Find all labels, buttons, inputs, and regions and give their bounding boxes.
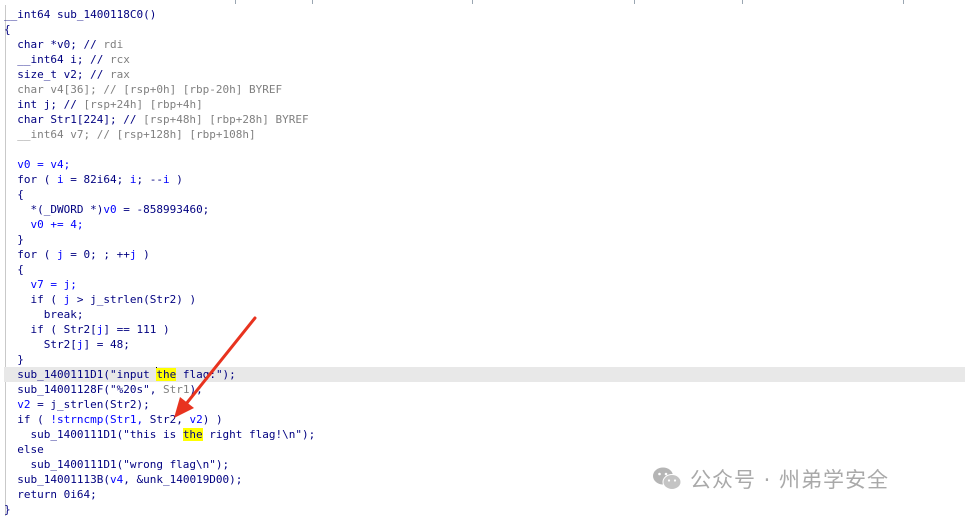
wechat-icon xyxy=(653,467,682,490)
red-arrow-annotation xyxy=(174,316,257,418)
arrow-shaft xyxy=(184,316,257,406)
watermark-text: 公众号 · 州弟学安全 xyxy=(690,468,890,492)
watermark: 公众号 · 州弟学安全 xyxy=(652,464,889,494)
